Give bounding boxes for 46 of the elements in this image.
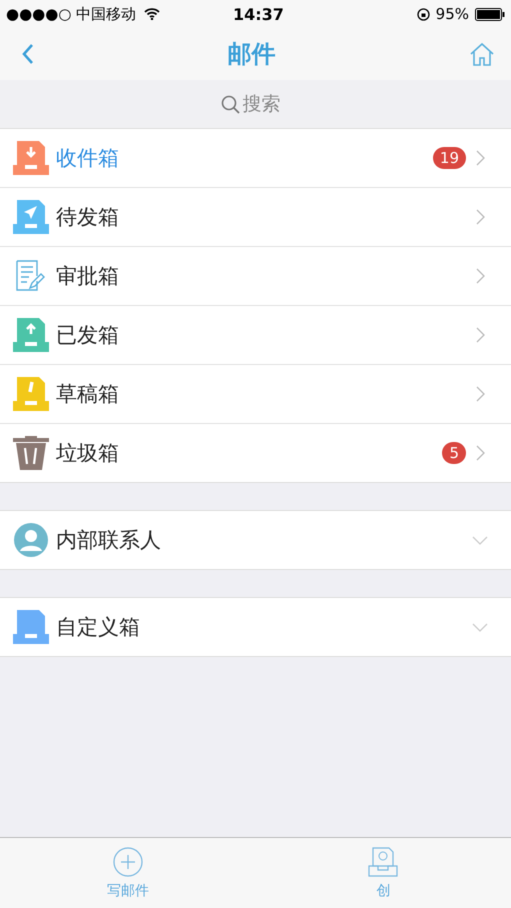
tray-icon — [13, 200, 49, 234]
chevron-icon — [472, 622, 488, 632]
folder-item[interactable]: 待发箱 — [0, 188, 511, 247]
search-field[interactable]: 搜索 — [220, 93, 290, 115]
wifi-icon — [144, 8, 160, 20]
chevron-right-icon — [476, 150, 485, 166]
folder-label: 收件箱 — [56, 145, 120, 172]
plus-circle-icon — [112, 846, 143, 876]
person-icon — [13, 523, 49, 557]
group-label: 自定义箱 — [56, 614, 141, 641]
unread-count: 19 — [432, 147, 466, 169]
chevron-right-icon — [476, 327, 485, 343]
folder-label: 已发箱 — [56, 322, 120, 349]
search-icon — [220, 94, 240, 114]
group-item[interactable]: 内部联系人 — [0, 511, 511, 569]
tray-icon — [13, 141, 49, 175]
battery-percent: 95% — [436, 5, 469, 23]
chevron-right-icon — [476, 209, 485, 225]
chevron-icon — [472, 536, 488, 544]
tray-icon — [13, 318, 49, 352]
chevron-right-icon — [476, 268, 485, 284]
folder-item[interactable]: 收件箱 19 — [0, 129, 511, 188]
battery-icon — [475, 8, 505, 20]
unread-count: 5 — [442, 442, 466, 464]
folder-item[interactable]: 审批箱 — [0, 247, 511, 306]
folder-item[interactable]: 已发箱 — [0, 306, 511, 365]
carrier: ●●●●○ 中国移动 — [6, 4, 136, 24]
chevron-right-icon — [476, 445, 485, 461]
folder-item[interactable]: 垃圾箱 5 — [0, 424, 511, 482]
tray-icon — [13, 377, 49, 411]
folder-item[interactable]: 草稿箱 — [0, 365, 511, 424]
back-icon[interactable] — [22, 43, 34, 65]
clock: 14:37 — [232, 4, 285, 24]
rotation-lock-icon — [416, 8, 430, 20]
folder-label: 审批箱 — [56, 263, 120, 290]
group-item[interactable]: 自定义箱 — [0, 598, 511, 656]
folder-label: 草稿箱 — [56, 381, 120, 408]
tray-icon — [13, 610, 49, 644]
page-title: 邮件 — [226, 39, 276, 70]
home-icon[interactable] — [469, 41, 495, 67]
group-label: 内部联系人 — [56, 527, 162, 554]
folder-label: 垃圾箱 — [56, 440, 120, 467]
chevron-right-icon — [476, 386, 485, 402]
trash-icon — [13, 436, 49, 470]
tray-plus-icon — [368, 846, 398, 876]
folder-label: 待发箱 — [56, 204, 120, 231]
